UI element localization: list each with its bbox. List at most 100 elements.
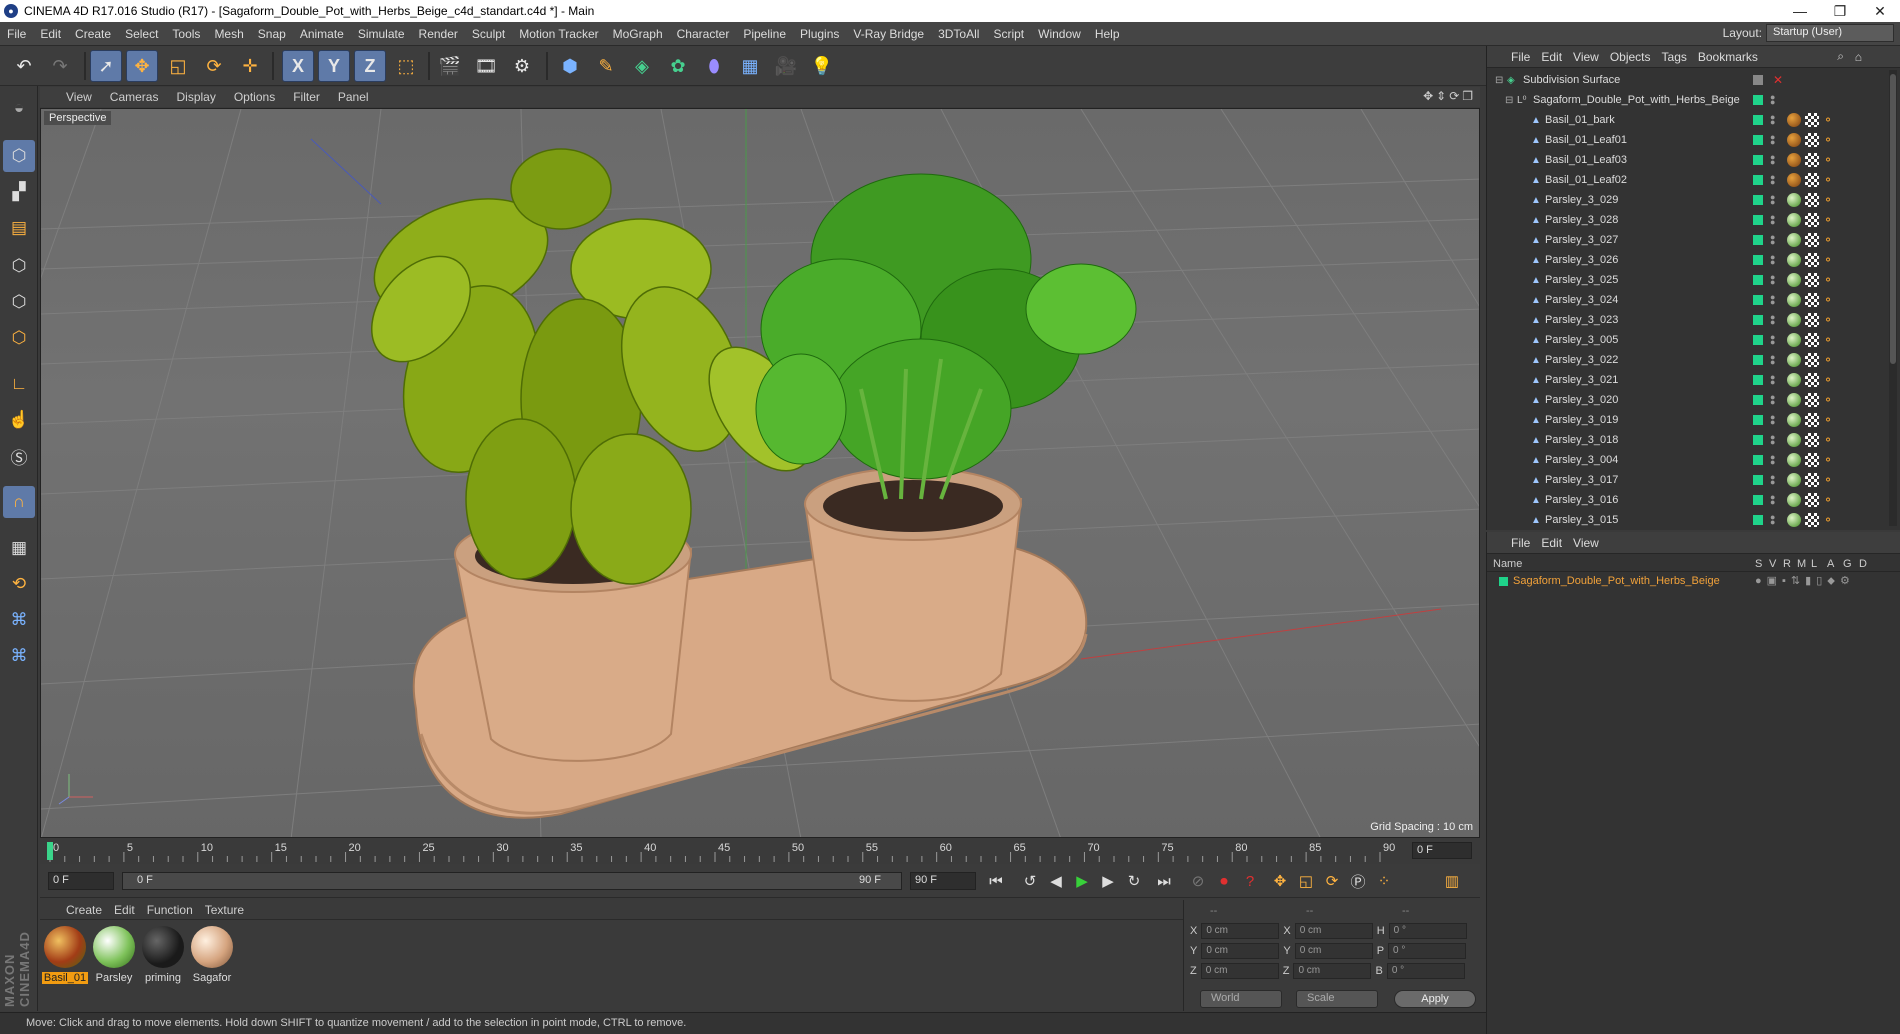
scale-dropdown[interactable]: Scale [1296,990,1378,1008]
menu-window[interactable]: Window [1031,27,1088,41]
current-frame-field[interactable]: 0 F [1412,842,1472,859]
material-tag-icon[interactable] [1787,233,1801,247]
phong-tag-icon[interactable]: ⚬ [1823,253,1833,267]
material-tag-icon[interactable] [1787,133,1801,147]
tree-row-object[interactable]: ▲ Parsley_3_020 ● ● ⚬ [1487,390,1887,410]
material-menu-texture[interactable]: Texture [203,903,254,917]
z-axis-lock-button[interactable]: Z [354,50,386,82]
key-scale-icon[interactable]: ◱ [1294,869,1318,893]
material-tag-icon[interactable] [1787,453,1801,467]
perspective-viewport[interactable]: Perspective Grid Spacing : 10 cm [40,108,1480,838]
grid-rotate-icon[interactable]: ⟲ [3,568,35,600]
position-z-field[interactable]: 0 cm [1200,963,1279,979]
material-menu-edit[interactable]: Edit [112,903,145,917]
object-menu-edit[interactable]: Edit [1541,50,1573,64]
scrollbar-thumb[interactable] [1890,74,1896,364]
phong-tag-icon[interactable]: ⚬ [1823,373,1833,387]
uvw-tag-icon[interactable] [1805,133,1819,147]
x-axis-lock-button[interactable]: X [282,50,314,82]
visibility-dots-icon[interactable]: ● ● [1770,413,1775,427]
material-menu-function[interactable]: Function [145,903,203,917]
viewport-menu-display[interactable]: Display [170,90,227,104]
end-frame-field[interactable]: 90 F [910,872,976,890]
points-mode-icon[interactable]: ⬡ [3,250,35,282]
workplane-mode-icon[interactable]: ▤ [3,212,35,244]
visibility-check-icon[interactable] [1753,115,1763,125]
render-settings-icon[interactable]: ⚙ [506,50,538,82]
object-menu-view[interactable]: View [1573,50,1610,64]
material-tag-icon[interactable] [1787,253,1801,267]
uvw-tag-icon[interactable] [1805,173,1819,187]
visibility-check-icon[interactable] [1753,235,1763,245]
select-arrow-icon[interactable]: ➚ [90,50,122,82]
magnet-tool-icon[interactable]: ∩ [3,486,35,518]
cube-primitive-icon[interactable]: ⬢ [554,50,586,82]
material-tag-icon[interactable] [1787,433,1801,447]
menu-file[interactable]: File [0,27,33,41]
tree-row-object[interactable]: ▲ Parsley_3_022 ● ● ⚬ [1487,350,1887,370]
redo-icon[interactable]: ↷ [44,50,76,82]
model-mode-icon[interactable]: ⬡ [3,140,35,172]
close-icon[interactable]: ✕ [1860,0,1900,22]
uvw-tag-icon[interactable] [1805,473,1819,487]
visibility-dots-icon[interactable]: ● ● [1770,113,1775,127]
phong-tag-icon[interactable]: ⚬ [1823,413,1833,427]
phong-tag-icon[interactable]: ⚬ [1823,313,1833,327]
scale-tool-icon[interactable]: ◱ [162,50,194,82]
tree-row-object[interactable]: ▲ Parsley_3_016 ● ● ⚬ [1487,490,1887,510]
apply-button[interactable]: Apply [1394,990,1476,1008]
pen-spline-icon[interactable]: ✎ [590,50,622,82]
minimize-icon[interactable]: — [1780,0,1820,22]
layer-flag-icons[interactable]: ●▣▪⇅▮▯⬥⚙ [1755,574,1855,588]
viewport-menu-view[interactable]: View [60,90,104,104]
material-tag-icon[interactable] [1787,273,1801,287]
floor-scene-icon[interactable]: ▦ [734,50,766,82]
tree-row-object[interactable]: ▲ Parsley_3_025 ● ● ⚬ [1487,270,1887,290]
tree-row-subdivision-surface[interactable]: ⊟ ◈ Subdivision Surface ✕ [1487,70,1887,90]
position-x-field[interactable]: 0 cm [1201,923,1280,939]
object-menu-objects[interactable]: Objects [1610,50,1662,64]
visibility-dots-icon[interactable]: ● ● [1770,153,1775,167]
viewport-menu-filter[interactable]: Filter [287,90,332,104]
viewport-menu-cameras[interactable]: Cameras [104,90,171,104]
visibility-check-icon[interactable] [1753,495,1763,505]
home-icon[interactable]: ⌂ [1855,50,1862,64]
search-icon[interactable]: ⌕ [1837,49,1844,64]
layer-color-swatch[interactable] [1499,577,1508,586]
visibility-check-icon[interactable] [1753,315,1763,325]
menu-character[interactable]: Character [670,27,737,41]
uvw-tag-icon[interactable] [1805,453,1819,467]
tree-row-object[interactable]: ▲ Parsley_3_028 ● ● ⚬ [1487,210,1887,230]
menu-script[interactable]: Script [986,27,1031,41]
phong-tag-icon[interactable]: ⚬ [1823,133,1833,147]
record-active-objects-icon[interactable]: ⏺ [1212,869,1236,893]
rotate-tool-icon[interactable]: ⟳ [198,50,230,82]
y-axis-lock-button[interactable]: Y [318,50,350,82]
playhead[interactable] [47,842,53,860]
key-position-icon[interactable]: ✥ [1268,869,1292,893]
visibility-check-icon[interactable] [1753,455,1763,465]
material-swatch-sagaform[interactable]: Sagafor [189,926,235,986]
menu-motion-tracker[interactable]: Motion Tracker [512,27,605,41]
phong-tag-icon[interactable]: ⚬ [1823,173,1833,187]
visibility-check-icon[interactable] [1753,515,1763,525]
timeline-window-icon[interactable]: ▥ [1440,869,1464,893]
tree-row-object[interactable]: ▲ Basil_01_Leaf02 ● ● ⚬ [1487,170,1887,190]
visibility-dots-icon[interactable]: ● ● [1770,473,1775,487]
visibility-dots-icon[interactable]: ● ● [1770,373,1775,387]
tree-row-object[interactable]: ▲ Parsley_3_027 ● ● ⚬ [1487,230,1887,250]
attr-menu-view[interactable]: View [1573,536,1610,550]
menu-render[interactable]: Render [412,27,465,41]
uvw-tag-icon[interactable] [1805,113,1819,127]
tree-row-object[interactable]: ▲ Basil_01_Leaf01 ● ● ⚬ [1487,130,1887,150]
visibility-check-icon[interactable] [1753,375,1763,385]
phong-tag-icon[interactable]: ⚬ [1823,433,1833,447]
tree-row-group[interactable]: ⊟ L⁰ Sagaform_Double_Pot_with_Herbs_Beig… [1487,90,1887,110]
visibility-check-icon[interactable] [1753,135,1763,145]
transform-tool-icon[interactable]: ✛ [234,50,266,82]
phong-tag-icon[interactable]: ⚬ [1823,453,1833,467]
material-tag-icon[interactable] [1787,153,1801,167]
layer-row[interactable]: Sagaform_Double_Pot_with_Herbs_Beige ●▣▪… [1487,574,1900,592]
material-swatch-priming[interactable]: priming [140,926,186,986]
phong-tag-icon[interactable]: ⚬ [1823,213,1833,227]
